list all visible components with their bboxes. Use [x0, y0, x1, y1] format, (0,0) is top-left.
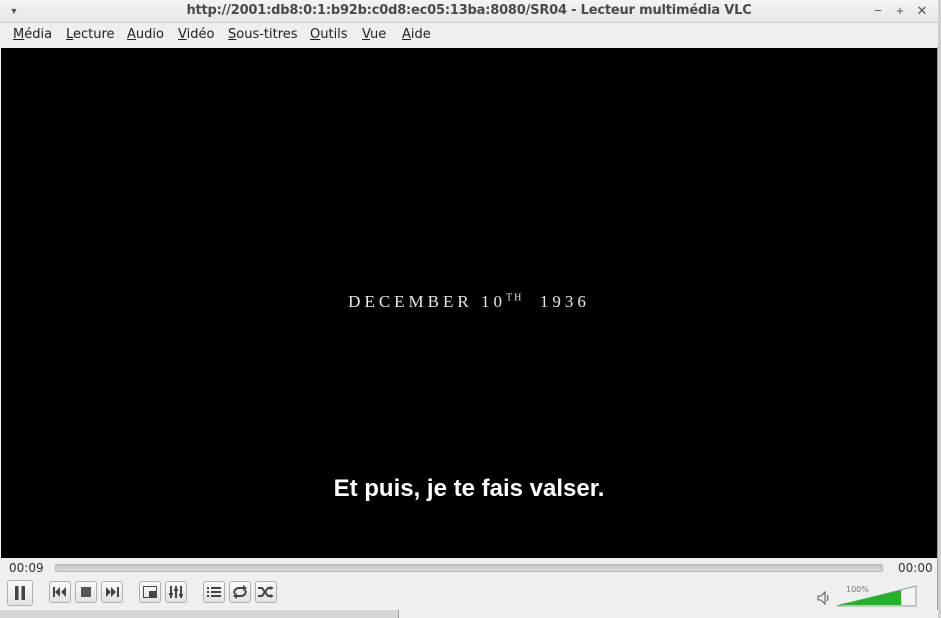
menu-media[interactable]: Média	[13, 27, 52, 42]
menu-subtitles-label: ous-titres	[236, 27, 298, 42]
equalizer-icon	[169, 586, 183, 598]
fullscreen-icon	[143, 586, 157, 598]
menu-media-mnemonic: M	[13, 27, 25, 42]
menu-playback-mnemonic: L	[66, 27, 74, 42]
window-title: http://2001:db8:0:1:b92b:c0d8:ec05:13ba:…	[186, 3, 752, 18]
stop-button[interactable]	[75, 581, 97, 603]
seek-row: 00:09 00:00	[0, 559, 938, 577]
playlist-button[interactable]	[203, 581, 225, 603]
pause-icon	[15, 586, 25, 600]
menu-media-label: édia	[24, 27, 53, 42]
controls-bar: 100%	[0, 578, 938, 610]
menu-video[interactable]: Vidéo	[178, 27, 214, 42]
video-date-day: DECEMBER 10	[348, 292, 506, 311]
fullscreen-button[interactable]	[139, 581, 161, 603]
menu-video-label: idéo	[186, 27, 215, 42]
subtitle-text: Et puis, je te fais valser.	[333, 475, 605, 502]
pause-button[interactable]	[7, 580, 33, 606]
menu-audio-mnemonic: A	[127, 27, 136, 42]
menu-view[interactable]: Vue	[362, 27, 386, 42]
random-button[interactable]	[255, 581, 277, 603]
seek-slider[interactable]	[55, 564, 883, 572]
volume-slider[interactable]	[836, 585, 918, 607]
maximize-icon[interactable]: +	[891, 2, 909, 20]
elapsed-time[interactable]: 00:09	[9, 561, 44, 575]
minimize-icon[interactable]: −	[869, 2, 887, 20]
video-area[interactable]: DECEMBER 10TH 1936 Et puis, je te fais v…	[1, 48, 937, 558]
speaker-icon[interactable]	[817, 591, 831, 605]
menu-video-mnemonic: V	[178, 27, 187, 42]
menu-tools-mnemonic: O	[310, 27, 321, 42]
menu-audio-label: udio	[135, 27, 164, 42]
menu-help-mnemonic: A	[402, 27, 411, 42]
menu-view-mnemonic: V	[362, 27, 371, 42]
next-icon	[106, 587, 119, 597]
background-window	[398, 610, 941, 618]
menu-tools[interactable]: Outils	[310, 27, 348, 42]
previous-icon	[53, 587, 66, 597]
menu-playback-label: ecture	[73, 27, 115, 42]
title-bar[interactable]: ▼ http://2001:db8:0:1:b92b:c0d8:ec05:13b…	[0, 0, 938, 23]
loop-icon	[233, 585, 247, 599]
menu-help-label: ide	[410, 27, 431, 42]
remaining-time[interactable]: 00:00	[898, 561, 933, 575]
shuffle-icon	[258, 586, 274, 598]
menu-tools-label: utils	[320, 27, 348, 42]
previous-button[interactable]	[49, 581, 71, 603]
vlc-window: ▼ http://2001:db8:0:1:b92b:c0d8:ec05:13b…	[0, 0, 938, 610]
close-icon[interactable]: ✕	[913, 2, 931, 20]
video-date-suffix: TH	[505, 292, 524, 304]
menu-subtitles[interactable]: Sous-titres	[228, 27, 298, 42]
video-date-year: 1936	[539, 292, 590, 311]
menu-view-label: ue	[370, 27, 387, 42]
menu-help[interactable]: Aide	[402, 27, 431, 42]
video-date-caption: DECEMBER 10TH 1936	[1, 292, 937, 312]
playlist-icon	[207, 587, 221, 597]
next-button[interactable]	[101, 581, 123, 603]
menu-audio[interactable]: Audio	[127, 27, 164, 42]
menu-playback[interactable]: Lecture	[66, 27, 115, 42]
extended-settings-button[interactable]	[165, 581, 187, 603]
stop-icon	[81, 587, 91, 597]
loop-button[interactable]	[229, 581, 251, 603]
menu-bar: Média Lecture Audio Vidéo Sous-titres Ou…	[0, 23, 938, 47]
